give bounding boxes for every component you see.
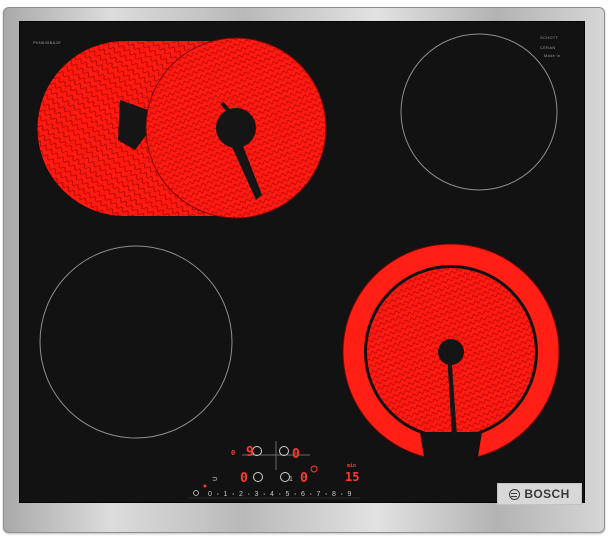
slider-dot <box>247 493 250 495</box>
brand-name: BOSCH <box>524 487 570 501</box>
cooktop-drawing: PKN645BA2E SCHOTT CERAN Made in 0 9 0 0 <box>33 33 560 499</box>
brand-logo-icon <box>509 488 521 500</box>
left-zone-top-level: 9 <box>246 445 254 460</box>
left-zone-bottom-level: 0 <box>240 471 248 486</box>
dual-zone-icon[interactable]: 1 <box>289 476 293 483</box>
brand-plate: BOSCH <box>497 483 582 505</box>
slider-dot <box>278 493 281 495</box>
ceran-label: CERAN <box>540 45 556 50</box>
power-button[interactable] <box>193 490 199 496</box>
left-rear-zone-select-icon[interactable] <box>253 472 263 482</box>
left-zone-select-icon[interactable] <box>252 446 262 456</box>
slider-level-8[interactable]: 8 <box>332 491 336 498</box>
slider-level-1[interactable]: 1 <box>224 491 228 498</box>
slider-level-6[interactable]: 6 <box>301 491 305 498</box>
right-zone-bottom-level: 0 <box>300 471 308 486</box>
slider-dot <box>216 493 219 495</box>
schott-label: SCHOTT <box>540 35 558 40</box>
slider-level-0[interactable]: 0 <box>208 491 212 498</box>
timer-min-label: min <box>347 463 356 469</box>
rear-left-burner <box>37 37 327 219</box>
slider-dot <box>263 493 266 495</box>
slider-dot <box>294 493 297 495</box>
touch-control-panel: 0 9 0 0 0 1 15 min ⊃ <box>193 441 359 496</box>
front-left-burner <box>39 245 233 439</box>
origin-label: Made in <box>544 53 560 58</box>
model-label: PKN645BA2E <box>33 40 61 45</box>
slider-dot <box>340 493 343 495</box>
timer-display: 15 <box>345 470 359 484</box>
power-indicator-icon <box>203 484 207 488</box>
slider-level-2[interactable]: 2 <box>239 491 243 498</box>
slider-level-3[interactable]: 3 <box>255 491 259 498</box>
slider-dot <box>325 493 328 495</box>
front-right-burner <box>342 243 560 470</box>
right-zone-top-level: 0 <box>292 447 300 462</box>
slider-level-9[interactable]: 9 <box>348 491 352 498</box>
slider-level-7[interactable]: 7 <box>317 491 321 498</box>
child-lock-icon[interactable]: ⊃ <box>212 476 218 483</box>
power-level-slider[interactable]: 0 1 2 3 4 5 6 7 8 9 <box>208 491 352 498</box>
rear-right-burner <box>400 33 558 191</box>
slider-dot <box>232 493 235 495</box>
left-zone-indicator: 0 <box>231 449 235 457</box>
slider-dot <box>309 493 312 495</box>
slider-level-5[interactable]: 5 <box>286 491 290 498</box>
right-zone-select-icon[interactable] <box>279 446 289 456</box>
timer-icon[interactable] <box>310 465 318 473</box>
slider-level-4[interactable]: 4 <box>270 491 274 498</box>
